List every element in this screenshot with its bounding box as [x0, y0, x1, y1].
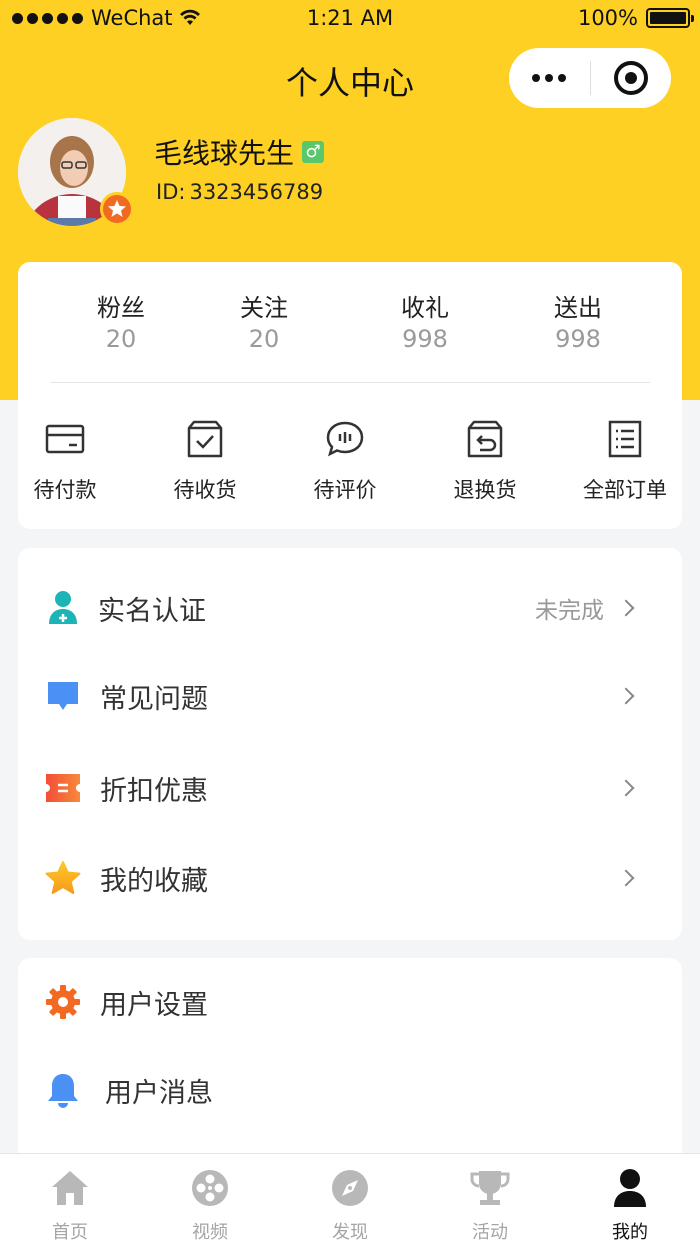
tab-discover[interactable]: 发现 [280, 1154, 420, 1245]
tab-label: 首页 [52, 1222, 88, 1243]
tab-label: 发现 [332, 1222, 368, 1243]
stat-value: 998 [555, 325, 601, 353]
bell-icon [48, 1074, 78, 1108]
stat-value: 20 [248, 325, 280, 353]
list-icon [608, 420, 642, 458]
battery-percent: 100% [577, 6, 638, 30]
gender-male-icon: ♂ [302, 141, 325, 163]
tab-bar: 首页 视频 发现 活动 我的 [0, 1153, 700, 1245]
miniprogram-capsule [509, 48, 671, 108]
return-box-icon [467, 420, 503, 458]
stat-fans[interactable]: 粉丝 20 [61, 288, 181, 353]
home-icon [52, 1171, 88, 1205]
gear-icon [46, 985, 80, 1019]
vip-star-badge [100, 192, 134, 226]
ticket-icon [46, 774, 80, 802]
tab-video[interactable]: 视频 [140, 1154, 280, 1245]
tab-label: 视频 [192, 1222, 228, 1243]
stat-label: 收礼 [401, 294, 449, 322]
stat-gifts-sent[interactable]: 送出 998 [518, 288, 638, 353]
stat-label: 关注 [240, 294, 288, 322]
divider [50, 382, 650, 383]
person-icon [614, 1169, 646, 1207]
order-pending-receipt[interactable]: 待收货 [145, 418, 265, 504]
close-button[interactable] [591, 48, 672, 108]
status-bar: WeChat 1:21 AM 100% [0, 0, 700, 38]
status-right: 100% [577, 6, 694, 30]
stat-value: 998 [402, 325, 448, 353]
order-label: 待收货 [173, 478, 237, 502]
menu-label: 用户设置 [100, 989, 208, 1021]
tab-label: 活动 [472, 1222, 508, 1243]
menu-label: 折扣优惠 [100, 775, 208, 807]
menu-item-favorites[interactable]: 我的收藏 [18, 834, 682, 922]
username-text: 毛线球先生 [154, 137, 295, 170]
verification-status: 未完成 [535, 598, 604, 624]
more-dots-icon [532, 74, 541, 82]
star-badge-icon [108, 200, 126, 217]
chevron-right-icon [617, 779, 635, 797]
tab-home[interactable]: 首页 [0, 1154, 140, 1245]
chevron-right-icon [617, 599, 635, 617]
username: 毛线球先生 ♂ [154, 132, 325, 172]
star-icon [45, 861, 81, 894]
stat-label: 送出 [554, 294, 602, 322]
order-label: 全部订单 [583, 478, 667, 502]
menu-item-faq[interactable]: 常见问题 [18, 652, 682, 740]
battery-icon [646, 8, 694, 28]
menu-card-secondary: 用户设置 用户消息 [18, 958, 682, 1178]
tab-activity[interactable]: 活动 [420, 1154, 560, 1245]
user-id: ID: 3323456789 [156, 180, 323, 204]
user-verify-icon [49, 591, 77, 624]
stat-gifts-received[interactable]: 收礼 998 [365, 288, 485, 353]
chat-bubble-icon [48, 682, 78, 710]
wallet-icon [45, 424, 85, 454]
film-reel-icon [192, 1170, 228, 1206]
chevron-right-icon [617, 869, 635, 887]
menu-item-user-messages[interactable]: 用户消息 [18, 1046, 682, 1134]
menu-item-real-name-verification[interactable]: 实名认证 未完成 [18, 564, 682, 652]
menu-label: 用户消息 [105, 1077, 213, 1109]
order-pending-review[interactable]: 待评价 [285, 418, 405, 504]
user-id-value: 3323456789 [189, 180, 324, 204]
menu-card-primary: 实名认证 未完成 常见问题 折扣优惠 我的收藏 [18, 548, 682, 940]
order-pending-payment[interactable]: 待付款 [5, 418, 125, 504]
menu-label: 实名认证 [98, 595, 206, 627]
menu-item-user-settings[interactable]: 用户设置 [18, 958, 682, 1046]
order-returns[interactable]: 退换货 [425, 418, 545, 504]
menu-item-discounts[interactable]: 折扣优惠 [18, 744, 682, 832]
stat-following[interactable]: 关注 20 [204, 288, 324, 353]
close-target-icon [613, 61, 648, 95]
menu-label: 我的收藏 [100, 865, 208, 897]
order-all[interactable]: 全部订单 [565, 418, 685, 504]
order-label: 退换货 [453, 478, 517, 502]
trophy-icon [470, 1171, 510, 1205]
more-button[interactable] [509, 48, 590, 108]
compass-icon [332, 1170, 368, 1206]
comment-icon [326, 421, 364, 457]
order-label: 待付款 [33, 478, 97, 502]
stats-orders-card: 粉丝 20 关注 20 收礼 998 送出 998 待付款 待收货 待评价 退换… [18, 262, 682, 529]
chevron-right-icon [617, 687, 635, 705]
stat-label: 粉丝 [97, 294, 145, 322]
box-check-icon [187, 420, 223, 458]
stat-value: 20 [105, 325, 137, 353]
user-id-label: ID: [156, 180, 186, 204]
order-label: 待评价 [313, 478, 377, 502]
menu-label: 常见问题 [100, 683, 208, 715]
tab-mine[interactable]: 我的 [560, 1154, 700, 1245]
tab-label: 我的 [612, 1222, 648, 1243]
